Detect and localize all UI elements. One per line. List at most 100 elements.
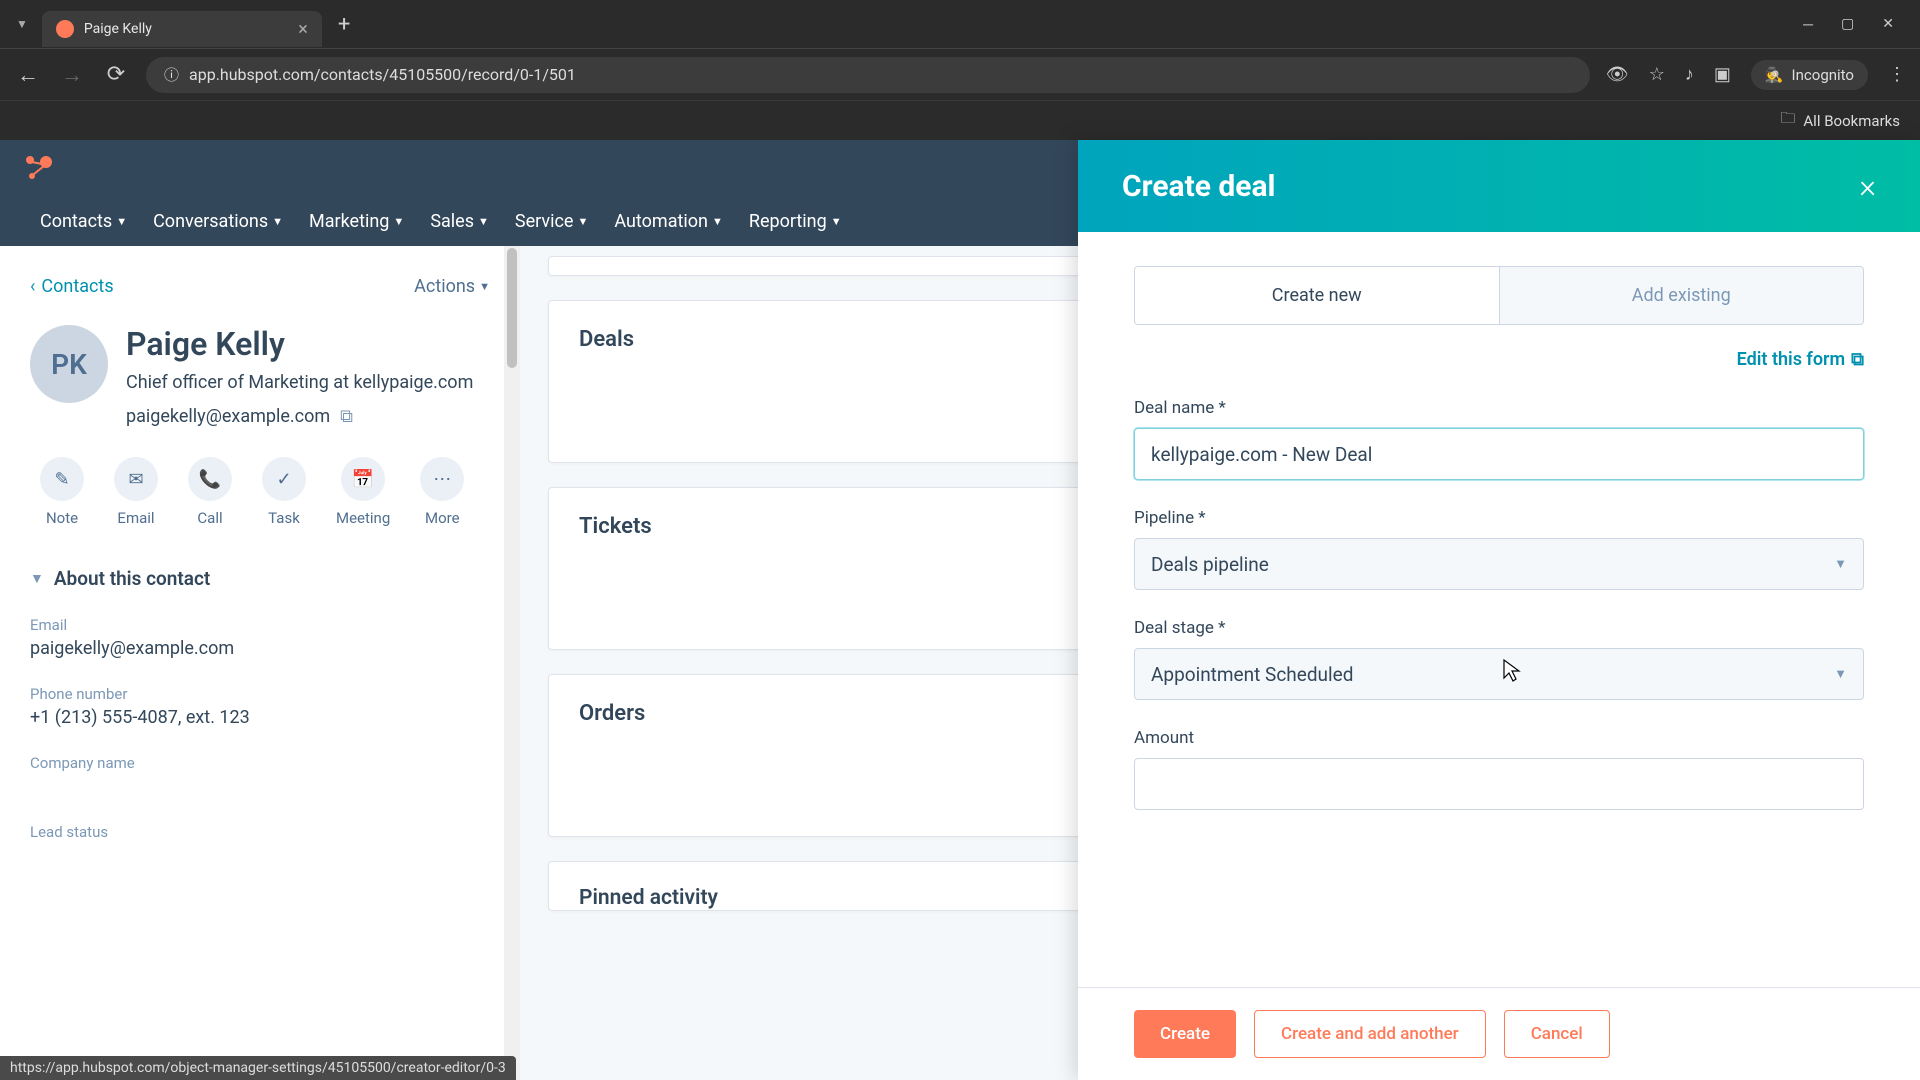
browser-chrome: ▼ Paige Kelly × + ─ ▢ ✕ ← → ⟳ ⓘ app.hubs…: [0, 0, 1920, 140]
nav-contacts[interactable]: Contacts▼: [40, 211, 127, 232]
nav-service[interactable]: Service▼: [515, 211, 588, 232]
about-section-toggle[interactable]: ▼ About this contact: [30, 567, 490, 590]
back-icon[interactable]: ←: [14, 62, 42, 88]
nav-conversations[interactable]: Conversations▼: [153, 211, 283, 232]
nav-sales[interactable]: Sales▼: [430, 211, 489, 232]
amount-input[interactable]: [1134, 758, 1864, 810]
edit-link-label: Edit this form: [1737, 349, 1846, 370]
panel-icon[interactable]: ▣: [1714, 64, 1731, 85]
nav-marketing[interactable]: Marketing▼: [309, 211, 404, 232]
panel-body: Create new Add existing Edit this form ⧉…: [1078, 232, 1920, 987]
meeting-button[interactable]: 📅Meeting: [336, 457, 390, 527]
minimize-icon[interactable]: ─: [1803, 16, 1813, 33]
chevron-down-icon: ▼: [116, 215, 127, 228]
action-label: Email: [117, 509, 154, 527]
new-tab-button[interactable]: +: [328, 12, 360, 37]
envelope-icon: ✉: [128, 469, 143, 490]
deal-name-input[interactable]: [1134, 428, 1864, 480]
hubspot-logo-icon[interactable]: [22, 152, 54, 184]
address-bar: ← → ⟳ ⓘ app.hubspot.com/contacts/4510550…: [0, 48, 1920, 100]
phone-icon: 📞: [199, 469, 221, 490]
panel-tabs: Create new Add existing: [1134, 266, 1864, 325]
bookmarks-label[interactable]: All Bookmarks: [1803, 112, 1900, 130]
pipeline-select[interactable]: Deals pipeline ▼: [1134, 538, 1864, 590]
browser-tab[interactable]: Paige Kelly ×: [42, 11, 322, 47]
bookmarks-folder-icon[interactable]: 🗀: [1780, 108, 1795, 133]
chevron-down-icon: ▼: [478, 215, 489, 228]
chevron-left-icon: ‹: [30, 276, 35, 297]
action-label: Note: [46, 509, 78, 527]
email-button[interactable]: ✉ Email: [114, 457, 158, 527]
copy-icon[interactable]: ⧉: [340, 406, 353, 427]
field-label-lead: Lead status: [30, 823, 490, 841]
reload-icon[interactable]: ⟳: [102, 62, 130, 87]
playlist-icon[interactable]: ♪: [1685, 64, 1694, 85]
field-value-company: [30, 776, 490, 797]
close-window-icon[interactable]: ✕: [1882, 16, 1894, 33]
chevron-down-icon: ▼: [577, 215, 588, 228]
edit-form-link[interactable]: Edit this form ⧉: [1134, 349, 1864, 370]
create-deal-panel: Create deal × Create new Add existing Ed…: [1078, 140, 1920, 1080]
bookmarks-bar: 🗀 All Bookmarks: [0, 100, 1920, 140]
contact-subtitle: Chief officer of Marketing at kellypaige…: [126, 369, 473, 396]
chevron-down-icon: ▼: [831, 215, 842, 228]
forward-icon: →: [58, 62, 86, 88]
contact-action-buttons: ✎ Note ✉ Email 📞Call ✓Task 📅Meeting ⋯ More: [40, 457, 490, 527]
site-info-icon[interactable]: ⓘ: [164, 64, 179, 85]
tab-title: Paige Kelly: [84, 21, 152, 37]
field-value-email: paigekelly@example.com: [30, 638, 490, 659]
nav-reporting[interactable]: Reporting▼: [749, 211, 842, 232]
note-button[interactable]: ✎ Note: [40, 457, 84, 527]
check-icon: ✓: [276, 469, 291, 490]
field-label-email: Email: [30, 616, 490, 634]
tab-close-icon[interactable]: ×: [298, 19, 308, 40]
close-panel-icon[interactable]: ×: [1859, 167, 1876, 205]
create-and-add-another-button[interactable]: Create and add another: [1254, 1010, 1486, 1058]
call-button[interactable]: 📞Call: [188, 457, 232, 527]
field-value-phone: +1 (213) 555-4087, ext. 123: [30, 707, 490, 728]
deal-stage-select[interactable]: Appointment Scheduled ▼: [1134, 648, 1864, 700]
tab-add-existing[interactable]: Add existing: [1499, 267, 1864, 324]
toolbar-icons: 👁 ☆ ♪ ▣ 🕵 Incognito ⋮: [1606, 60, 1906, 90]
calendar-icon: 📅: [352, 469, 374, 490]
action-label: More: [425, 509, 460, 527]
favicon-icon: [56, 20, 74, 38]
url-input[interactable]: ⓘ app.hubspot.com/contacts/45105500/reco…: [146, 57, 1590, 93]
deal-name-label: Deal name *: [1134, 398, 1864, 418]
eye-off-icon[interactable]: 👁: [1606, 64, 1629, 85]
back-to-contacts-link[interactable]: ‹ Contacts: [30, 276, 114, 297]
tab-create-new[interactable]: Create new: [1135, 267, 1499, 324]
nav-automation[interactable]: Automation▼: [614, 211, 723, 232]
window-controls: ─ ▢ ✕: [1803, 16, 1912, 33]
url-text: app.hubspot.com/contacts/45105500/record…: [189, 65, 576, 84]
incognito-badge[interactable]: 🕵 Incognito: [1751, 60, 1868, 90]
nav-label: Service: [515, 211, 574, 232]
tab-bar: ▼ Paige Kelly × + ─ ▢ ✕: [0, 0, 1920, 48]
maximize-icon[interactable]: ▢: [1841, 16, 1854, 33]
dots-icon: ⋯: [433, 469, 451, 490]
pencil-icon: ✎: [54, 469, 69, 490]
star-icon[interactable]: ☆: [1649, 64, 1665, 85]
more-button[interactable]: ⋯ More: [420, 457, 464, 527]
actions-dropdown[interactable]: Actions ▼: [414, 276, 490, 297]
pipeline-label: Pipeline *: [1134, 508, 1864, 528]
task-button[interactable]: ✓Task: [262, 457, 306, 527]
create-button[interactable]: Create: [1134, 1010, 1236, 1058]
sidebar-scrollbar[interactable]: [504, 246, 520, 1080]
nav-label: Automation: [614, 211, 708, 232]
panel-header: Create deal ×: [1078, 140, 1920, 232]
tabs-dropdown-icon[interactable]: ▼: [8, 17, 36, 31]
actions-label: Actions: [414, 276, 475, 297]
app-root: Contacts▼ Conversations▼ Marketing▼ Sale…: [0, 140, 1920, 1080]
chevron-down-icon: ▼: [1834, 666, 1847, 682]
field-label-company: Company name: [30, 754, 490, 772]
chevron-down-icon: ▼: [393, 215, 404, 228]
avatar-initials: PK: [51, 348, 87, 381]
external-link-icon: ⧉: [1851, 349, 1864, 370]
incognito-icon: 🕵: [1765, 66, 1784, 84]
nav-label: Conversations: [153, 211, 268, 232]
browser-status-bar: https://app.hubspot.com/object-manager-s…: [0, 1056, 516, 1080]
cancel-button[interactable]: Cancel: [1504, 1010, 1610, 1058]
menu-icon[interactable]: ⋮: [1888, 64, 1906, 85]
select-value: Deals pipeline: [1151, 553, 1269, 576]
